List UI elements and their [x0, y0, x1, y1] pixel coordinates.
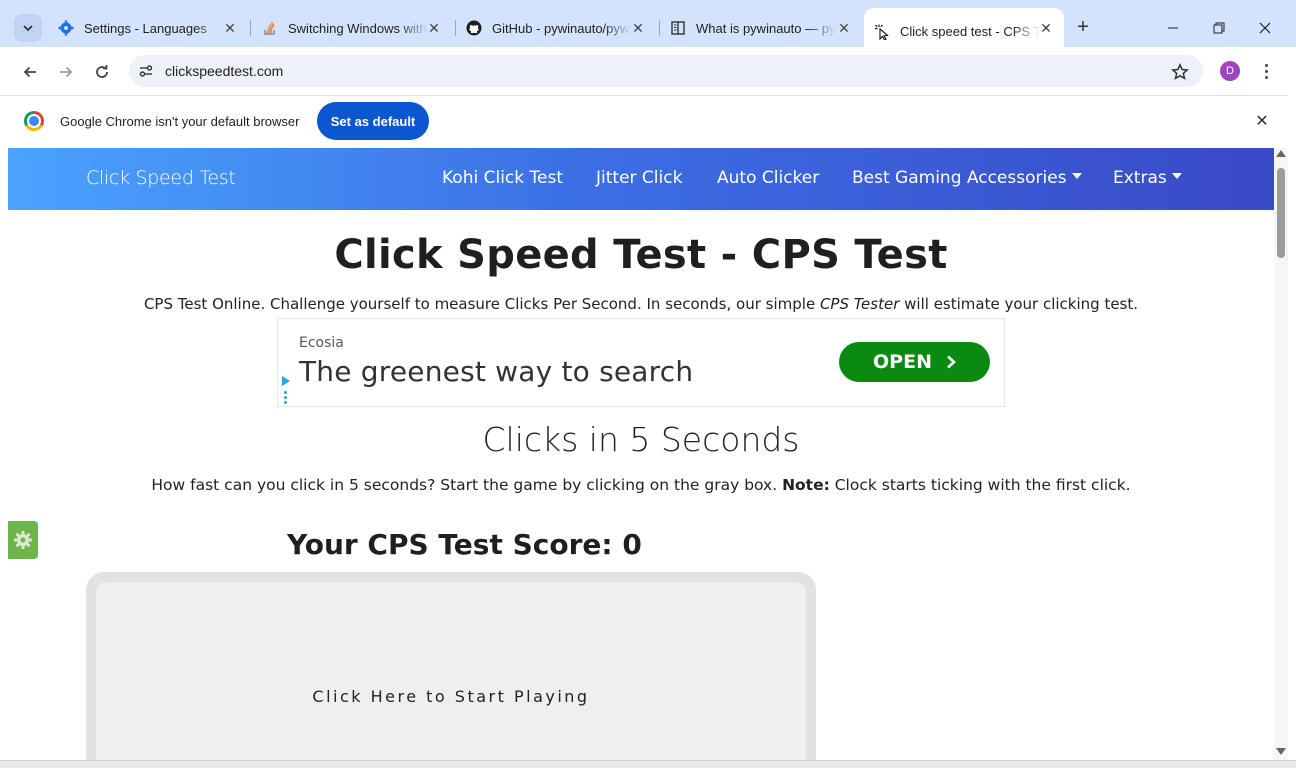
site-brand-link[interactable]: Click Speed Test — [86, 167, 236, 189]
desc-note-label: Note: — [782, 476, 830, 494]
scrollbar-thumb[interactable] — [1277, 168, 1285, 258]
nav-label: Auto Clicker — [717, 168, 820, 188]
tab-settings-languages[interactable]: Settings - Languages ✕ — [48, 8, 248, 48]
intro-text-end: will estimate your clicking test. — [899, 295, 1139, 313]
cursor-click-icon — [874, 24, 890, 40]
nav-label: Best Gaming Accessories — [852, 168, 1067, 188]
set-as-default-button[interactable]: Set as default — [317, 102, 429, 140]
address-text[interactable]: clickspeedtest.com — [165, 63, 283, 79]
close-icon[interactable]: ✕ — [222, 20, 238, 36]
reload-button[interactable] — [88, 58, 116, 86]
tab-title: What is pywinauto — py — [696, 20, 836, 36]
close-icon[interactable]: ✕ — [836, 20, 852, 36]
nav-label: Jitter Click — [596, 168, 683, 188]
ad-brand: Ecosia — [299, 335, 344, 351]
nav-label: Extras — [1113, 168, 1167, 188]
tab-search-button[interactable] — [14, 14, 42, 42]
close-icon — [1259, 22, 1271, 34]
restore-button[interactable] — [1204, 14, 1234, 42]
chrome-logo-icon — [24, 111, 44, 131]
back-button[interactable] — [16, 58, 44, 86]
arrow-left-icon — [23, 66, 36, 78]
nav-extras-dropdown[interactable]: Extras — [1113, 168, 1182, 188]
caret-down-icon — [1071, 173, 1082, 179]
click-area-inner[interactable] — [96, 582, 806, 762]
new-tab-button[interactable]: + — [1070, 14, 1096, 40]
gear-icon — [14, 531, 32, 549]
caret-down-icon — [1171, 173, 1182, 179]
ad-headline: The greenest way to search — [299, 355, 694, 388]
ad-button-label: OPEN — [873, 351, 932, 373]
plus-icon: + — [1077, 15, 1089, 38]
nav-auto-clicker[interactable]: Auto Clicker — [717, 168, 819, 188]
tab-github[interactable]: GitHub - pywinauto/pyw ✕ — [456, 8, 656, 48]
infobar-message: Google Chrome isn't your default browser — [60, 114, 300, 129]
ad-options-icon[interactable] — [284, 391, 287, 404]
floating-settings-button[interactable] — [8, 521, 38, 559]
nav-jitter-click[interactable]: Jitter Click — [596, 168, 682, 188]
minimize-button[interactable] — [1158, 14, 1188, 42]
site-info-icon[interactable] — [137, 62, 155, 80]
restore-icon — [1213, 22, 1225, 34]
tab-stackoverflow[interactable]: Switching Windows with ✕ — [252, 8, 452, 48]
arrow-right-icon — [60, 66, 73, 78]
scroll-down-arrow-icon[interactable] — [1276, 748, 1286, 755]
ad-open-button[interactable]: OPEN — [839, 342, 990, 382]
browser-menu-button[interactable] — [1256, 60, 1276, 82]
close-icon[interactable]: ✕ — [630, 20, 646, 36]
tab-title: Settings - Languages — [84, 20, 207, 36]
stackoverflow-icon — [262, 20, 278, 36]
tab-title: Switching Windows with — [288, 20, 427, 36]
chevron-down-icon — [23, 25, 33, 32]
close-icon[interactable]: ✕ — [426, 20, 442, 36]
scroll-up-arrow-icon[interactable] — [1276, 150, 1286, 157]
adchoices-icon[interactable] — [282, 376, 290, 386]
desc-text: How fast can you click in 5 seconds? Sta… — [151, 476, 783, 494]
desc-text-end: Clock starts ticking with the first clic… — [829, 476, 1131, 494]
book-icon — [670, 20, 686, 36]
forward-button[interactable] — [52, 58, 80, 86]
tab-pywinauto-docs[interactable]: What is pywinauto — py ✕ — [660, 8, 862, 48]
chevron-right-icon — [947, 355, 956, 369]
section-description: How fast can you click in 5 seconds? Sta… — [8, 476, 1274, 494]
bookmark-star-icon[interactable] — [1168, 60, 1192, 84]
github-icon — [466, 20, 482, 36]
infobar-close-icon[interactable]: ✕ — [1252, 111, 1272, 131]
site-navbar: Click Speed Test Kohi Click Test Jitter … — [8, 148, 1274, 210]
close-icon[interactable]: ✕ — [1038, 20, 1054, 36]
window-frame — [1288, 95, 1296, 768]
minimize-icon — [1168, 27, 1178, 29]
close-window-button[interactable] — [1250, 14, 1280, 42]
page-title: Click Speed Test - CPS Test — [334, 232, 948, 278]
cps-score: Your CPS Test Score: 0 — [287, 528, 642, 561]
profile-avatar[interactable]: D — [1220, 61, 1240, 81]
tab-title: GitHub - pywinauto/pyw — [492, 20, 630, 36]
window-bottom-edge — [0, 760, 1296, 768]
tab-title: Click speed test - CPS Te — [900, 24, 1040, 39]
gear-icon — [58, 20, 74, 36]
address-bar[interactable] — [129, 55, 1203, 87]
nav-label: Kohi Click Test — [442, 168, 563, 188]
click-prompt: Click Here to Start Playing — [312, 687, 590, 706]
page-intro: CPS Test Online. Challenge yourself to m… — [8, 295, 1274, 313]
page-viewport: Click Speed Test Kohi Click Test Jitter … — [8, 148, 1274, 762]
click-area[interactable]: Click Here to Start Playing — [86, 572, 816, 762]
intro-text: CPS Test Online. Challenge yourself to m… — [143, 295, 820, 313]
intro-emphasis: CPS Tester — [819, 295, 900, 313]
reload-icon — [96, 65, 108, 78]
nav-kohi-click-test[interactable]: Kohi Click Test — [442, 168, 563, 188]
section-title: Clicks in 5 Seconds — [482, 420, 800, 459]
nav-best-gaming-accessories-dropdown[interactable]: Best Gaming Accessories — [852, 168, 1082, 188]
ecosia-ad-banner[interactable]: Ecosia The greenest way to search OPEN — [277, 318, 1005, 407]
tab-separator — [250, 20, 251, 36]
